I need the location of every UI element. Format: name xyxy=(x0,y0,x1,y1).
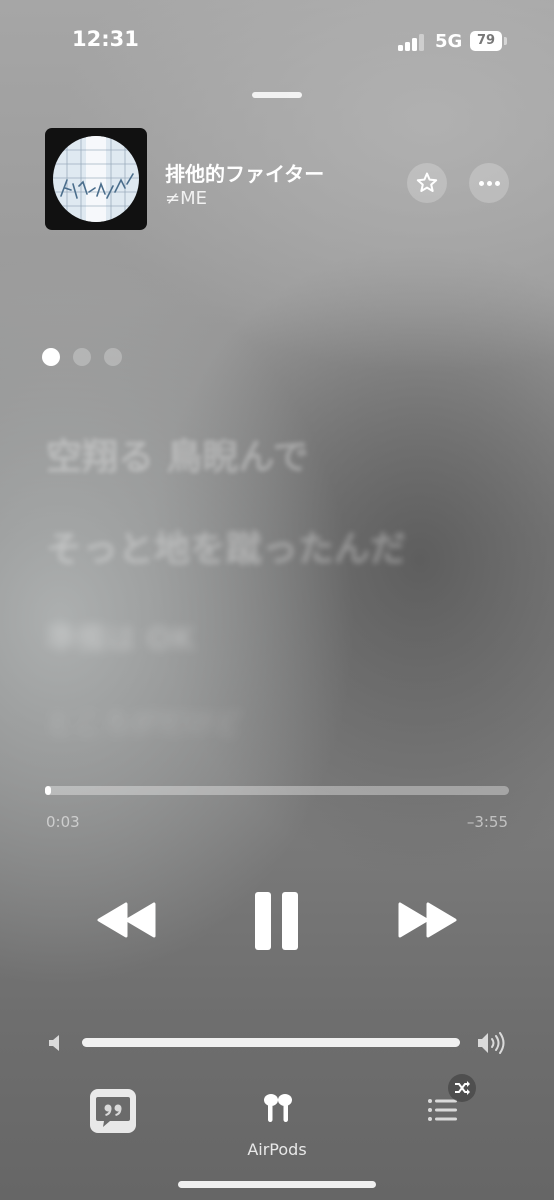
clock-time: 12:31 xyxy=(72,27,139,51)
next-track-button[interactable] xyxy=(396,900,458,940)
more-options-button[interactable] xyxy=(469,163,509,203)
status-bar: 12:31 5G 79 xyxy=(0,0,554,80)
page-dot xyxy=(73,348,91,366)
shuffle-icon xyxy=(455,1081,470,1095)
favorite-button[interactable] xyxy=(407,163,447,203)
volume-low-icon xyxy=(49,1035,59,1051)
lyrics-button[interactable] xyxy=(90,1089,136,1133)
output-device-label: AirPods xyxy=(247,1140,307,1159)
elapsed-time: 0:03 xyxy=(46,813,80,831)
rewind-icon xyxy=(97,902,156,938)
lyric-line[interactable]: そっと地を蹴ったんだ xyxy=(46,520,406,572)
airpods-icon xyxy=(264,1094,292,1122)
lyrics-quote-icon xyxy=(96,1097,130,1127)
pause-icon xyxy=(255,892,298,950)
sheet-grabber[interactable] xyxy=(252,92,302,98)
home-indicator[interactable] xyxy=(178,1181,376,1188)
playback-progress-fill xyxy=(45,786,52,795)
star-icon xyxy=(416,172,438,192)
previous-track-button[interactable] xyxy=(96,900,158,940)
airplay-output-button[interactable]: AirPods xyxy=(240,1088,314,1164)
network-type: 5G xyxy=(435,31,463,52)
pause-button[interactable] xyxy=(250,890,304,952)
queue-button[interactable] xyxy=(424,1074,484,1134)
artwork-disc xyxy=(53,136,139,222)
volume-high-icon xyxy=(478,1032,505,1054)
artist-name[interactable]: ≠ME xyxy=(165,188,207,209)
battery-terminal xyxy=(504,37,507,45)
lyric-line[interactable]: ところがだけど xyxy=(46,702,242,742)
volume-level-fill xyxy=(82,1038,460,1047)
fast-forward-icon xyxy=(398,902,457,938)
lyric-line[interactable]: 空翔る 鳥睨んで xyxy=(46,428,309,480)
playback-scrubber[interactable] xyxy=(45,786,509,795)
page-dot xyxy=(104,348,122,366)
volume-slider[interactable] xyxy=(82,1038,460,1047)
page-dot xyxy=(42,348,60,366)
album-artwork[interactable] xyxy=(45,128,147,230)
lyric-line[interactable]: 準備は OK xyxy=(46,614,195,658)
shuffle-indicator xyxy=(448,1074,476,1102)
remaining-time: –3:55 xyxy=(466,813,508,831)
battery-icon: 79 xyxy=(470,31,502,51)
cellular-signal-icon xyxy=(398,33,426,51)
song-title: 排他的ファイター xyxy=(165,162,325,186)
